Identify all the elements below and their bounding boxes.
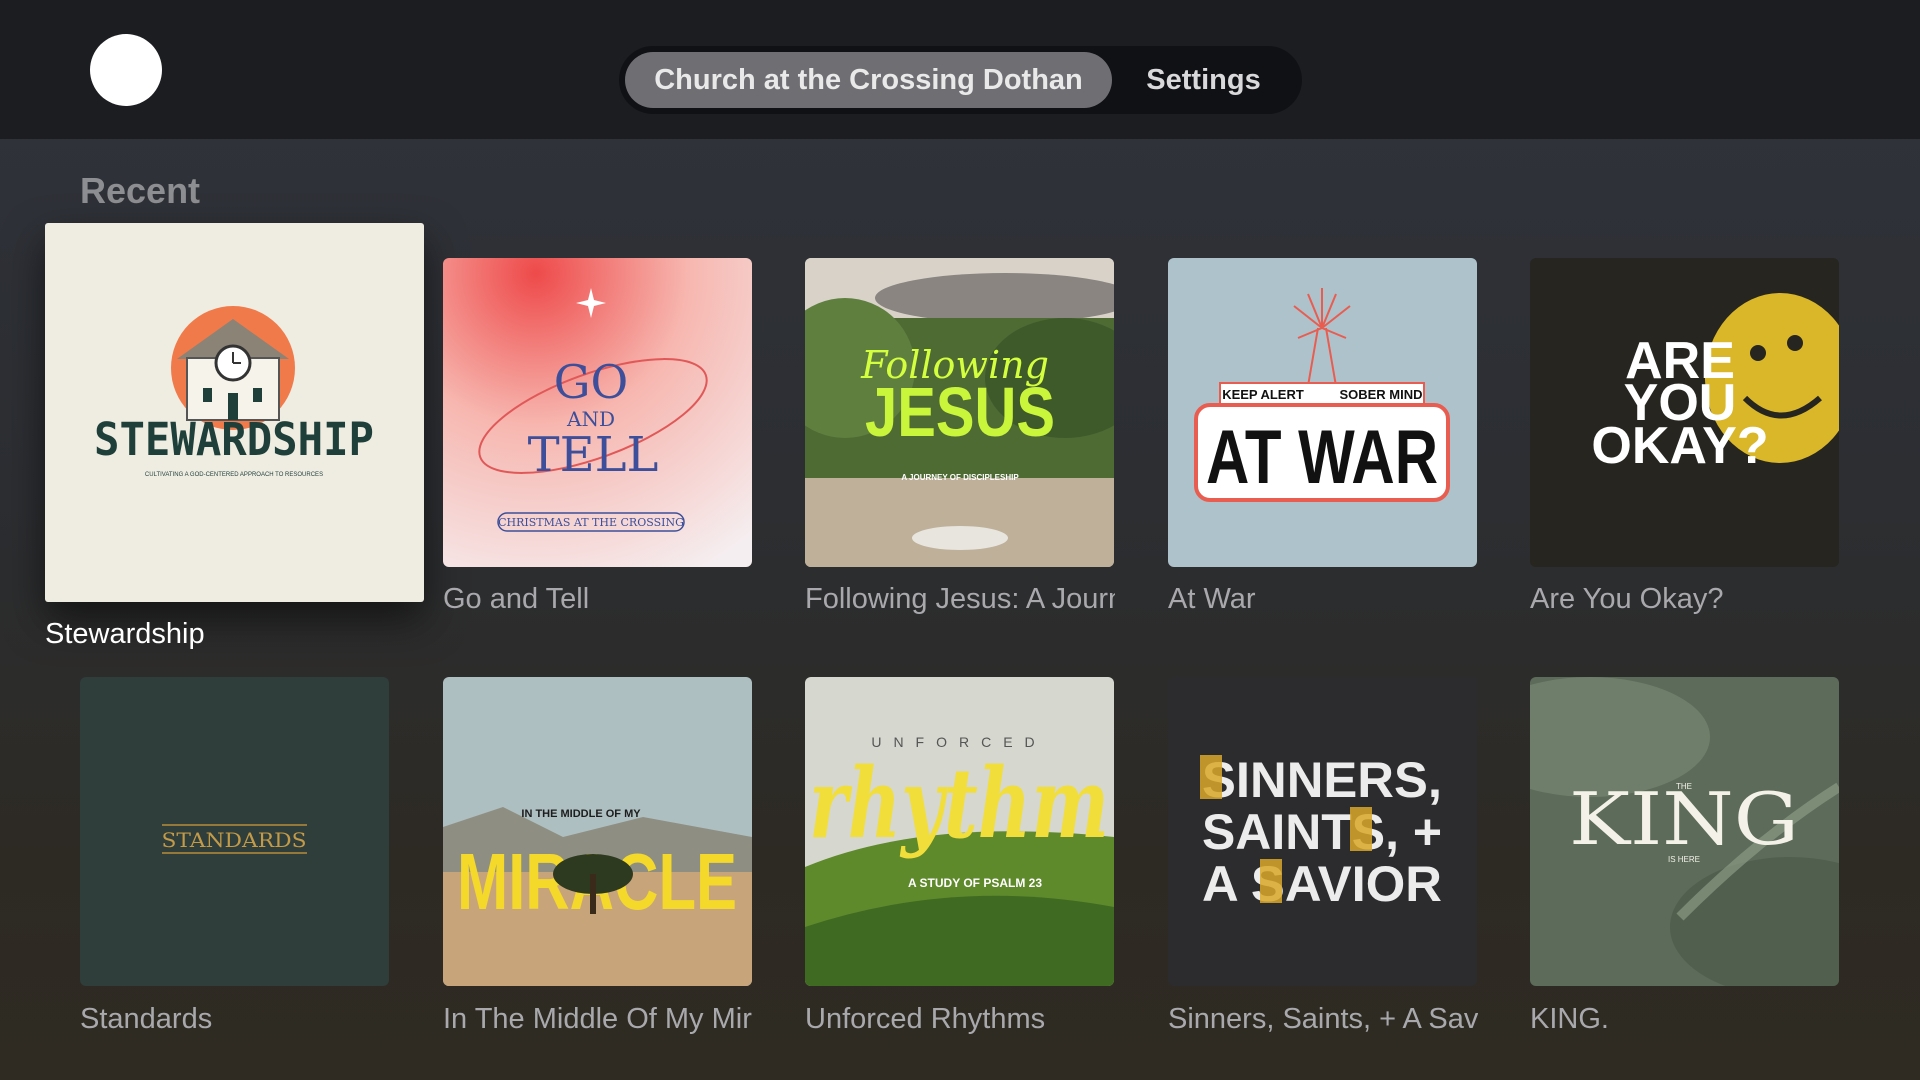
- tile-caption: Standards: [80, 1003, 213, 1035]
- at-war-title: AT WAR: [1206, 415, 1438, 500]
- tile-caption: Stewardship: [45, 618, 205, 650]
- tile-caption: Sinners, Saints, + A Savior: [1168, 1003, 1478, 1035]
- king-subtitle: IS HERE: [1668, 855, 1700, 864]
- following-jesus-subtitle: A JOURNEY OF DISCIPLESHIP: [901, 473, 1019, 482]
- following-jesus-artwork: Following JESUS A JOURNEY OF DISCIPLESHI…: [805, 258, 1114, 567]
- go-and-tell-badge: CHRISTMAS AT THE CROSSING: [498, 516, 684, 529]
- sinners-line-1: SINNERS,: [1202, 752, 1442, 808]
- at-war-right-label: SOBER MIND: [1339, 387, 1422, 402]
- at-war-artwork: KEEP ALERT SOBER MIND AT WAR: [1168, 258, 1477, 567]
- tab-settings[interactable]: Settings: [1112, 52, 1295, 108]
- miracle-artwork: IN THE MIDDLE OF MY MIRACLE: [443, 677, 752, 986]
- profile-avatar[interactable]: [90, 34, 162, 106]
- go-and-tell-line-1: GO: [554, 355, 628, 409]
- tile-caption: In The Middle Of My Miracle: [443, 1003, 753, 1035]
- stewardship-artwork: STEWARDSHIP CULTIVATING A GOD-CENTERED A…: [45, 223, 424, 602]
- miracle-small: IN THE MIDDLE OF MY: [521, 808, 641, 820]
- tile-caption: Following Jesus: A Journey of Disciplesh…: [805, 583, 1115, 615]
- tile-caption: Are You Okay?: [1530, 583, 1724, 615]
- standards-artwork: STANDARDS: [80, 677, 389, 986]
- are-you-okay-line-3: OKAY?: [1591, 417, 1768, 475]
- tile-caption: Unforced Rhythms: [805, 1003, 1046, 1035]
- top-bar: Church at the Crossing Dothan Settings: [0, 0, 1920, 139]
- nav-tab-bar: Church at the Crossing Dothan Settings: [619, 46, 1302, 114]
- sinners-saints-artwork: SINNERS, SAINTS, + A SAVIOR: [1168, 677, 1477, 986]
- standards-art-title: STANDARDS: [162, 828, 307, 852]
- tab-church-at-the-crossing-dothan[interactable]: Church at the Crossing Dothan: [625, 52, 1112, 108]
- unforced-rhythms-artwork: UNFORCED rhythm A STUDY OF PSALM 23: [805, 677, 1114, 986]
- are-you-okay-artwork: ARE YOU OKAY?: [1530, 258, 1839, 567]
- section-title-recent: Recent: [80, 170, 201, 211]
- sinners-line-3: A SAVIOR: [1202, 856, 1442, 912]
- stewardship-art-subtitle: CULTIVATING A GOD-CENTERED APPROACH TO R…: [145, 472, 323, 478]
- stewardship-art-title: STEWARDSHIP: [94, 413, 374, 466]
- sinners-line-2: SAINTS, +: [1202, 804, 1442, 860]
- king-title: KING: [1569, 777, 1799, 861]
- go-and-tell-line-3: TELL: [528, 427, 659, 483]
- tile-caption: Go and Tell: [443, 583, 590, 615]
- tile-caption: At War: [1168, 583, 1256, 615]
- unforced-subtitle: A STUDY OF PSALM 23: [908, 876, 1042, 890]
- king-artwork: THE KING IS HERE: [1530, 677, 1839, 986]
- go-and-tell-artwork: GO AND TELL CHRISTMAS AT THE CROSSING: [443, 258, 752, 567]
- unforced-title: rhythm: [809, 747, 1109, 860]
- tile-caption: KING.: [1530, 1003, 1609, 1035]
- following-jesus-title: JESUS: [865, 373, 1055, 451]
- at-war-left-label: KEEP ALERT: [1222, 387, 1304, 402]
